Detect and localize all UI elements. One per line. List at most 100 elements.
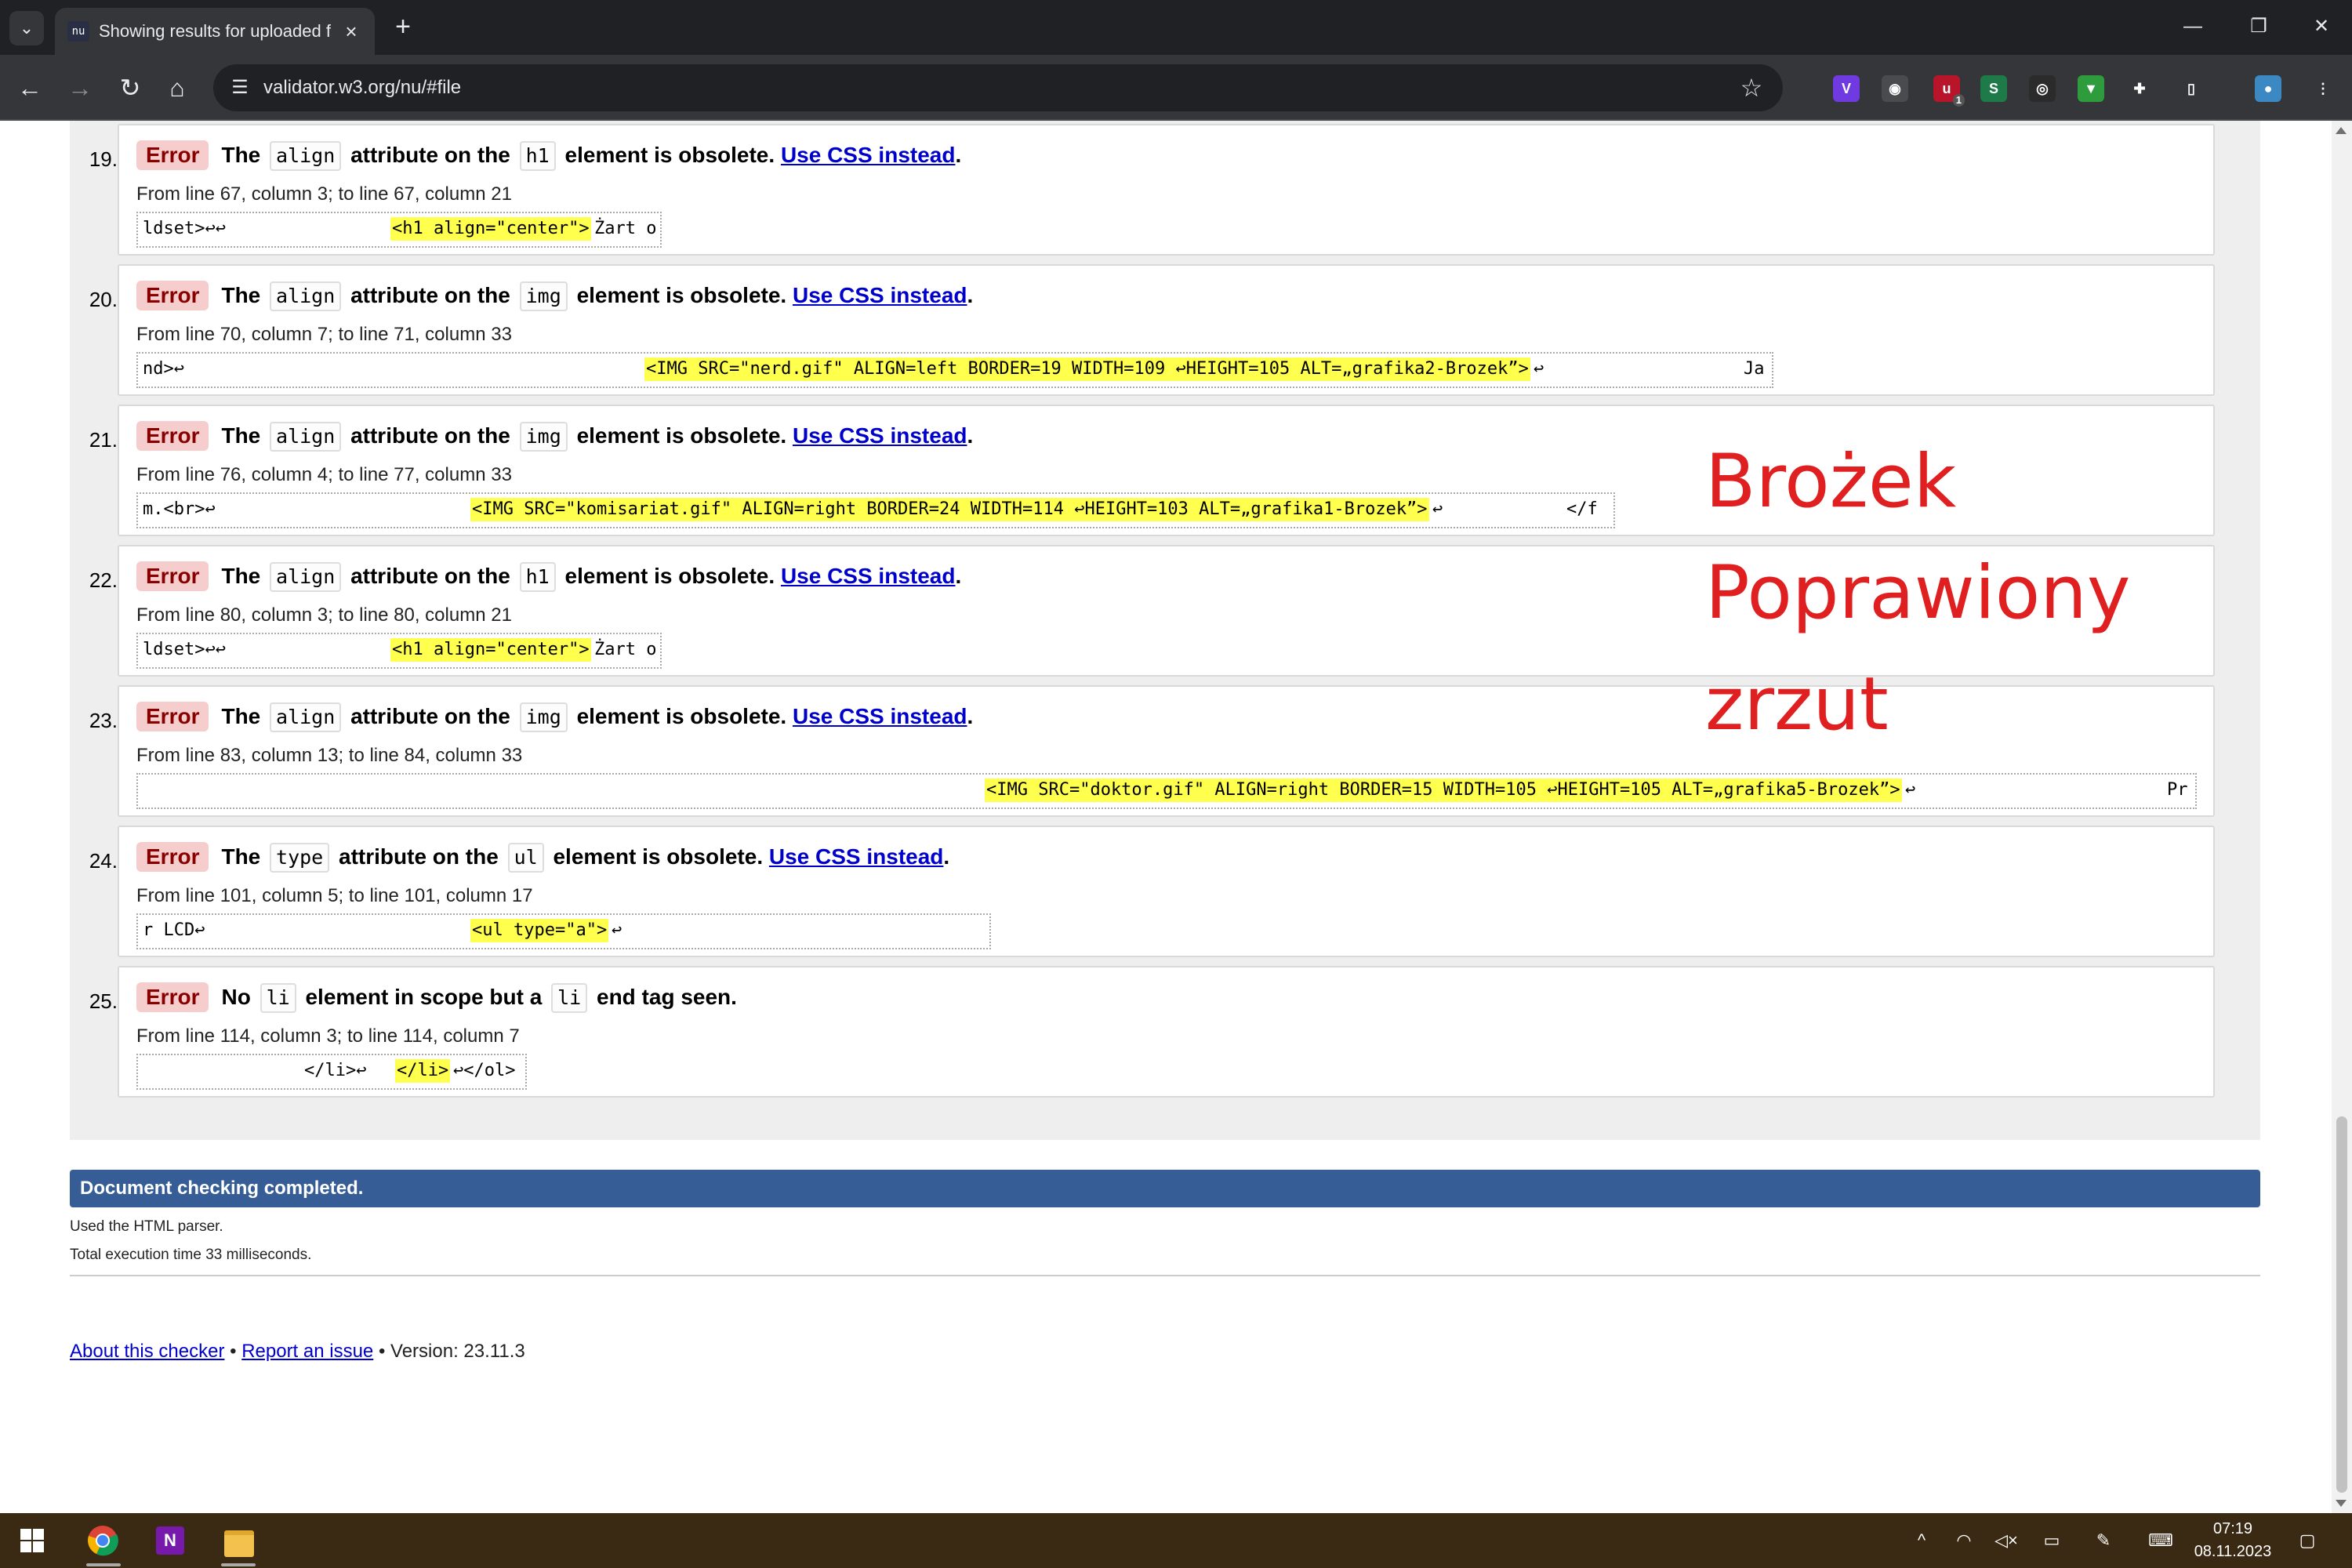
- minimize-icon[interactable]: —: [2173, 11, 2212, 42]
- message-text-end: element is obsolete.: [576, 423, 787, 448]
- divider: [70, 1275, 2260, 1276]
- extract-after: ↩</ol>: [453, 1061, 516, 1080]
- use-css-link[interactable]: Use CSS instead: [793, 704, 967, 728]
- keyboard-icon[interactable]: ⌨: [2142, 1529, 2180, 1552]
- message-heading: Error The align attribute on the img elem…: [136, 420, 973, 452]
- error-badge: Error: [136, 140, 209, 170]
- message-heading: Error The align attribute on the img elem…: [136, 701, 973, 732]
- kebab-menu-icon[interactable]: ⋮: [2310, 75, 2336, 102]
- message-text-middle: element in scope but a: [305, 985, 543, 1009]
- code-token: align: [270, 141, 342, 171]
- extract-highlight: <IMG SRC="doktor.gif" ALIGN=right BORDER…: [985, 779, 1902, 802]
- use-css-link[interactable]: Use CSS instead: [781, 564, 956, 588]
- show-hidden-icons-icon[interactable]: ^: [1908, 1529, 1935, 1552]
- v-extension-icon[interactable]: V: [1833, 75, 1860, 102]
- message-heading: Error The align attribute on the img elem…: [136, 280, 973, 311]
- notification-icon[interactable]: ▢: [2294, 1529, 2321, 1552]
- pen-icon[interactable]: ✎: [2090, 1529, 2117, 1552]
- network-icon[interactable]: ◠: [1951, 1529, 1977, 1552]
- message-number: 22.: [89, 568, 118, 592]
- error-badge: Error: [136, 421, 209, 451]
- message-text-start: No: [221, 985, 251, 1009]
- code-token: align: [270, 702, 342, 732]
- message-number: 23.: [89, 709, 118, 732]
- restore-icon[interactable]: ❐: [2239, 11, 2278, 42]
- message-tail: .: [967, 283, 974, 307]
- tab-search-button[interactable]: ⌄: [9, 11, 44, 45]
- volume-muted-icon[interactable]: ◁×: [1993, 1529, 2020, 1552]
- message-number: 25.: [89, 989, 118, 1013]
- message-heading: Error The align attribute on the h1 eleme…: [136, 561, 961, 592]
- scrollbar[interactable]: [2332, 121, 2352, 1513]
- file-explorer-icon[interactable]: [221, 1523, 257, 1559]
- code-token: h1: [519, 141, 556, 171]
- active-tab[interactable]: nu Showing results for uploaded f ×: [55, 8, 375, 55]
- message-number: 21.: [89, 428, 118, 452]
- use-css-link[interactable]: Use CSS instead: [793, 283, 967, 307]
- code-token: li: [551, 983, 588, 1013]
- tab-close-icon[interactable]: ×: [339, 19, 364, 44]
- green-extension-icon[interactable]: ▼: [2078, 75, 2104, 102]
- forward-icon[interactable]: →: [63, 71, 97, 105]
- extract-highlight: </li>: [395, 1059, 451, 1083]
- chrome-icon[interactable]: [85, 1523, 121, 1559]
- extract-before: nd>↩: [143, 359, 184, 379]
- tab-title: Showing results for uploaded f: [99, 21, 331, 41]
- reload-icon[interactable]: ↻: [113, 71, 147, 105]
- use-css-link[interactable]: Use CSS instead: [793, 423, 967, 448]
- window-close-icon[interactable]: ✕: [2302, 11, 2341, 42]
- profile-avatar-label: ●: [2263, 81, 2273, 96]
- scroll-thumb[interactable]: [2336, 1116, 2347, 1493]
- eyes-extension-icon[interactable]: ◉: [1882, 75, 1908, 102]
- url-text[interactable]: validator.w3.org/nu/#file: [263, 64, 461, 111]
- profile-avatar-icon[interactable]: ●: [2255, 75, 2281, 102]
- new-tab-button[interactable]: +: [387, 11, 419, 42]
- ublock-extension-icon[interactable]: u1: [1933, 75, 1965, 107]
- clock-date: 08.11.2023: [2194, 1543, 2272, 1560]
- message-number: 19.: [89, 147, 118, 171]
- message-text-end: element is obsolete.: [576, 283, 787, 307]
- onenote-icon[interactable]: N: [152, 1523, 188, 1559]
- error-badge: Error: [136, 842, 209, 872]
- sidepanel-icon[interactable]: ▯: [2178, 75, 2205, 102]
- parser-info: Used the HTML parser.: [70, 1218, 223, 1235]
- error-message: 20. Error The align attribute on the img e…: [89, 264, 2215, 396]
- message-text-start: The: [221, 704, 261, 728]
- scroll-down-icon[interactable]: [2336, 1500, 2347, 1507]
- windows-start-icon[interactable]: [14, 1523, 50, 1559]
- about-link[interactable]: About this checker: [70, 1341, 224, 1362]
- message-number: 20.: [89, 288, 118, 311]
- system-clock[interactable]: 07:19 08.11.2023: [2187, 1518, 2278, 1563]
- extract-after: ↩: [1905, 780, 1916, 800]
- s-extension-icon[interactable]: S: [1980, 75, 2007, 102]
- home-icon[interactable]: ⌂: [160, 71, 194, 105]
- use-css-link[interactable]: Use CSS instead: [781, 143, 956, 167]
- message-tail: .: [943, 844, 950, 869]
- site-info-icon[interactable]: ☰: [227, 75, 252, 100]
- kebab-menu-label: ⋮: [2316, 81, 2330, 96]
- bookmark-star-icon[interactable]: ☆: [1737, 74, 1766, 102]
- mask-extension-icon[interactable]: ◎: [2029, 75, 2056, 102]
- report-issue-link[interactable]: Report an issue: [241, 1341, 373, 1362]
- error-badge: Error: [136, 982, 209, 1012]
- scroll-up-icon[interactable]: [2336, 127, 2347, 134]
- address-bar[interactable]: ☰ validator.w3.org/nu/#file ☆: [213, 64, 1783, 111]
- code-token: type: [270, 843, 330, 873]
- message-text-middle: attribute on the: [350, 704, 510, 728]
- source-extract: ldset>↩↩ <h1 align="center"> Żart o: [136, 212, 662, 248]
- execution-time: Total execution time 33 milliseconds.: [70, 1247, 312, 1263]
- message-text-start: The: [221, 564, 261, 588]
- browser-toolbar: ← → ↻ ⌂ ☰ validator.w3.org/nu/#file ☆ V ◉…: [0, 55, 2352, 121]
- use-css-link[interactable]: Use CSS instead: [769, 844, 944, 869]
- location-text: From line 67, column 3; to line 67, colu…: [136, 183, 512, 205]
- extract-before: ldset>↩↩: [143, 219, 226, 238]
- code-token: img: [519, 702, 568, 732]
- validator-favicon-icon: nu: [67, 21, 89, 42]
- message-text-middle: attribute on the: [350, 143, 510, 167]
- extract-before: r LCD↩: [143, 920, 205, 940]
- puzzle-extensions-icon[interactable]: ✚: [2126, 75, 2153, 102]
- back-icon[interactable]: ←: [13, 71, 47, 105]
- taskbar: N ^ ◠ ◁× ▭ ✎ ⌨ 07:19 08.11.2023 ▢: [0, 1513, 2352, 1568]
- battery-icon[interactable]: ▭: [2038, 1529, 2065, 1552]
- message-heading: Error The align attribute on the h1 eleme…: [136, 140, 961, 171]
